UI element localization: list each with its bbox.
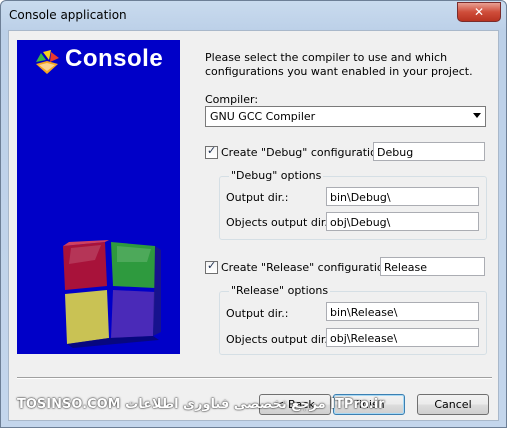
debug-output-dir-input[interactable]: bin\Debug\ — [326, 187, 479, 206]
release-objects-dir-value: obj\Release\ — [330, 332, 398, 345]
banner-title: Console — [65, 45, 164, 72]
codeblocks-logo-icon — [36, 50, 59, 74]
release-options-title: "Release" options — [229, 284, 331, 297]
wizard-page: Console Please select the compiler to us… — [8, 30, 499, 421]
close-button[interactable]: ✕ — [457, 2, 501, 22]
console-application-dialog: Console application ✕ Console Please sel… — [0, 0, 507, 428]
compiler-label: Compiler: — [205, 93, 259, 106]
close-icon: ✕ — [473, 5, 485, 19]
chevron-down-icon[interactable] — [473, 113, 481, 118]
release-output-dir-input[interactable]: bin\Release\ — [326, 302, 479, 321]
debug-output-dir-label: Output dir.: — [226, 191, 289, 204]
release-objects-dir-input[interactable]: obj\Release\ — [326, 328, 479, 347]
compiler-selected-value: GNU GCC Compiler — [210, 110, 316, 123]
cancel-button[interactable]: Cancel — [417, 394, 489, 415]
intro-text: Please select the compiler to use and wh… — [205, 51, 473, 78]
create-debug-checkbox[interactable] — [205, 144, 218, 159]
create-debug-label: Create "Debug" configuration: — [221, 146, 388, 159]
release-output-dir-value: bin\Release\ — [330, 306, 398, 319]
debug-objects-dir-input[interactable]: obj\Debug\ — [326, 212, 479, 231]
release-objects-dir-label: Objects output dir.: — [226, 333, 332, 346]
debug-output-dir-value: bin\Debug\ — [330, 191, 391, 204]
watermark-text: TOSINSO.COM مرجع تخصصی فناوری اطلاعات IT… — [17, 397, 385, 412]
wizard-banner: Console — [17, 40, 180, 354]
footer-separator — [17, 377, 492, 379]
window-title: Console application — [9, 8, 127, 22]
release-name-value: Release — [384, 261, 427, 274]
create-release-checkbox[interactable] — [205, 259, 218, 274]
release-output-dir-label: Output dir.: — [226, 307, 289, 320]
title-bar[interactable]: Console application ✕ — [1, 1, 506, 29]
compiler-select[interactable]: GNU GCC Compiler — [205, 106, 486, 127]
release-name-input[interactable]: Release — [380, 257, 485, 276]
colored-cube-image — [63, 240, 161, 348]
debug-options-title: "Debug" options — [229, 169, 324, 182]
debug-name-value: Debug — [377, 146, 414, 159]
debug-objects-dir-value: obj\Debug\ — [330, 216, 391, 229]
debug-name-input[interactable]: Debug — [373, 142, 485, 161]
create-release-label: Create "Release" configuration: — [221, 261, 395, 274]
debug-objects-dir-label: Objects output dir.: — [226, 216, 332, 229]
